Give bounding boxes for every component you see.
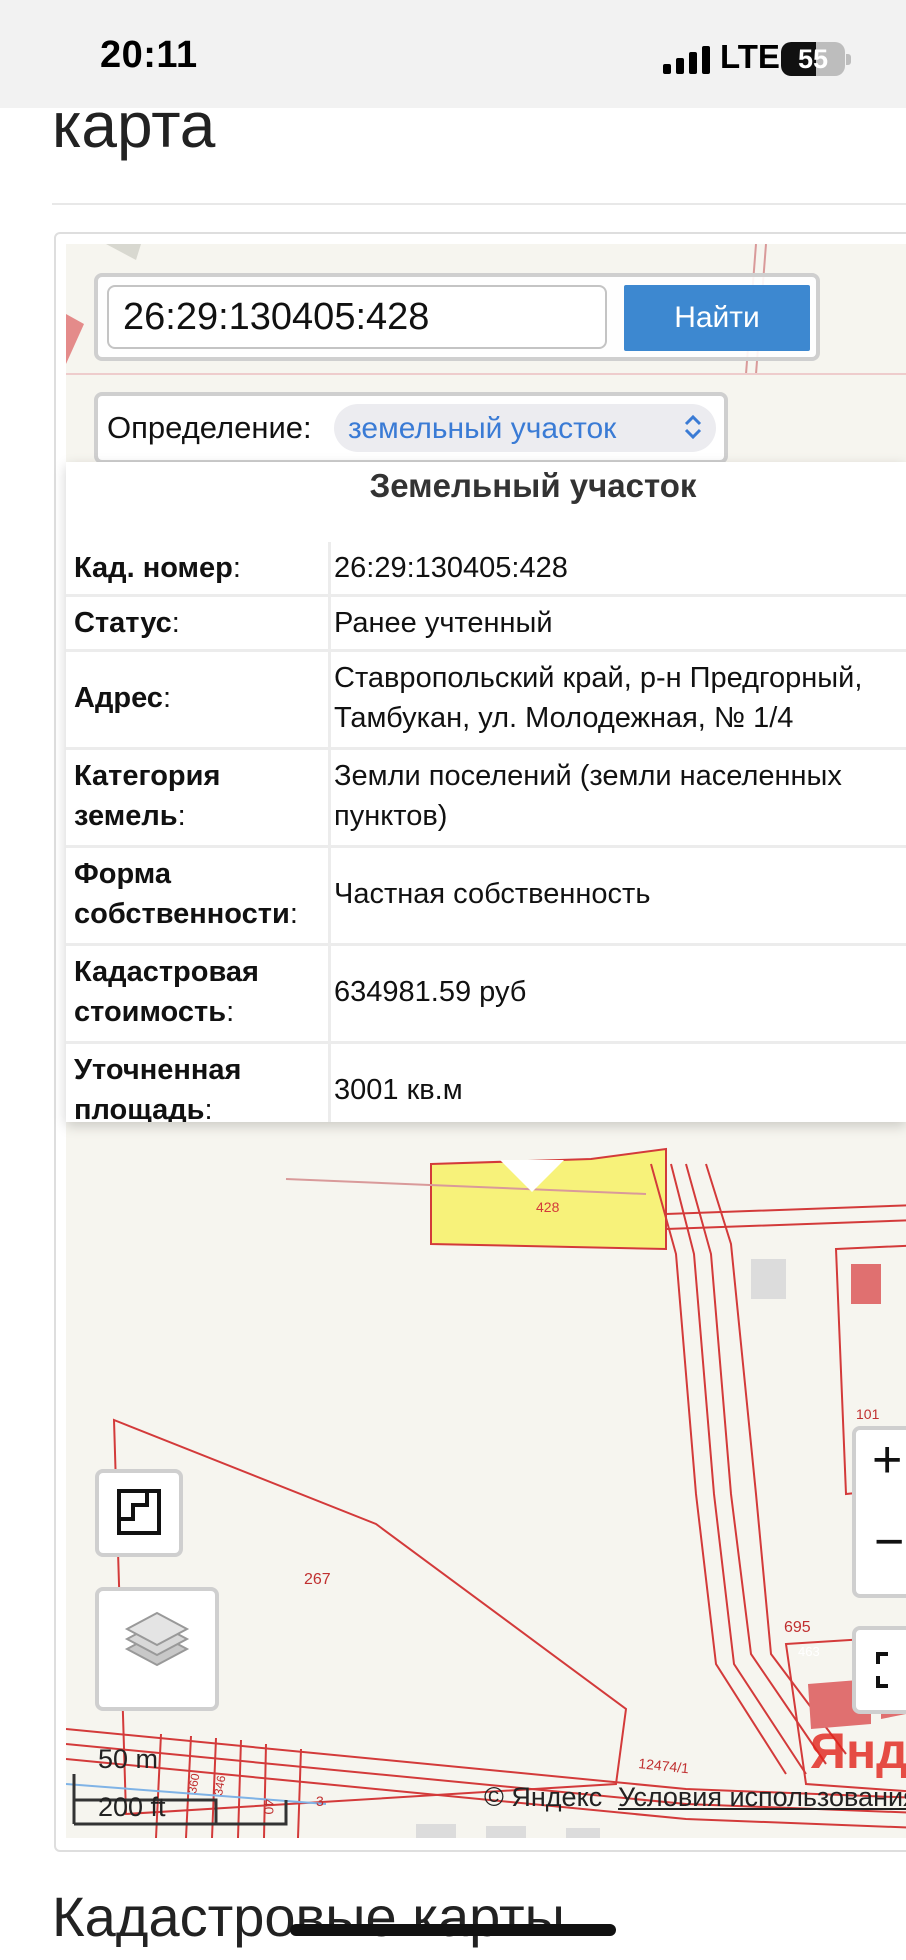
info-row-area: Уточненная площадь: 3001 кв.м <box>66 1044 906 1122</box>
label-colon: : <box>232 552 241 584</box>
info-value: 26:29:130405:428 <box>334 552 568 584</box>
label-colon: : <box>177 800 186 832</box>
find-button[interactable]: Найти <box>624 285 810 351</box>
label-colon: : <box>226 996 235 1028</box>
fullscreen-icon <box>876 1652 888 1688</box>
ruler-button[interactable] <box>95 1469 183 1557</box>
scale-imperial: 200 ft <box>98 1792 166 1822</box>
label-colon: : <box>171 607 180 639</box>
info-row-cadastral-number: Кад. номер: 26:29:130405:428 <box>66 542 906 597</box>
label-text: Адрес <box>74 682 163 714</box>
parcel-label-463: 463 <box>798 1644 820 1659</box>
label-text: земель <box>74 800 178 832</box>
label-text: стоимость <box>74 996 227 1028</box>
info-label-line2: земель: <box>74 796 326 836</box>
label-text: Статус <box>74 607 172 639</box>
parcel-label-695: 695 <box>784 1619 811 1636</box>
label-text: собственности <box>74 898 290 930</box>
row-divider <box>328 1044 331 1122</box>
parcel-label-selected: 428 <box>536 1199 560 1215</box>
info-label-line2: собственности: <box>74 894 326 934</box>
chevron-updown-icon <box>684 414 702 440</box>
info-value-line2: пунктов) <box>334 800 448 832</box>
info-label: Уточненная <box>74 1054 242 1086</box>
info-label: Кад. номер: <box>74 548 326 588</box>
fullscreen-button[interactable] <box>852 1626 906 1714</box>
home-indicator[interactable] <box>290 1924 616 1936</box>
divider <box>52 203 906 205</box>
battery-icon: 55 <box>781 42 845 76</box>
info-row-ownership: Форма собственности: Частная собственнос… <box>66 848 906 946</box>
parcel-label-360: 360 <box>185 1772 202 1794</box>
label-colon: : <box>289 898 298 930</box>
zoom-in-button[interactable]: + <box>872 1430 902 1490</box>
row-divider <box>328 597 331 649</box>
cadastral-number-input[interactable] <box>107 285 607 349</box>
definition-select-value: земельный участок <box>348 412 617 445</box>
info-label: Форма <box>74 858 171 890</box>
status-time: 20:11 <box>100 34 198 76</box>
label-colon: : <box>162 682 172 714</box>
road-label: 12474/1 <box>638 1755 690 1776</box>
row-divider <box>328 946 331 1041</box>
info-row-cadastral-value: Кадастровая стоимость: 634981.59 руб <box>66 946 906 1044</box>
info-label: Адрес: <box>74 678 326 718</box>
info-label: Кадастровая <box>74 956 259 988</box>
info-value: Ставропольский край, р-н Предгорный, <box>334 662 863 694</box>
label-colon: : <box>204 1094 213 1122</box>
definition-label: Определение: <box>107 410 312 445</box>
parcel-info-popup: Земельный участок Кад. номер: 26:29:1304… <box>66 462 906 1122</box>
info-label-line2: стоимость: <box>74 992 326 1032</box>
info-value-line2: Тамбукан, ул. Молодежная, № 1/4 <box>334 702 794 734</box>
info-row-status: Статус: Ранее учтенный <box>66 597 906 652</box>
row-divider <box>328 542 331 594</box>
layers-button[interactable] <box>95 1587 219 1711</box>
popup-pointer <box>500 1160 564 1192</box>
info-label: Статус: <box>74 603 326 643</box>
layers-icon <box>124 1611 190 1667</box>
scale-metric: 50 m <box>98 1744 159 1774</box>
battery-percent: 55 <box>797 44 829 74</box>
terms-of-use-link[interactable]: Условия использования <box>618 1782 906 1813</box>
parcel-label-267: 267 <box>304 1571 331 1588</box>
yandex-logo: Янде <box>810 1723 906 1779</box>
footer-heading: Кадастровые карты <box>52 1885 565 1948</box>
info-value: 634981.59 руб <box>334 976 527 1008</box>
ruler-icon <box>117 1489 161 1535</box>
copyright-text: © Яндекс <box>484 1782 603 1812</box>
info-row-land-category: Категория земель: Земли поселений (земли… <box>66 750 906 848</box>
parcel-label-40: 40 <box>261 1799 277 1815</box>
info-value: 3001 кв.м <box>334 1074 463 1106</box>
row-divider <box>328 652 331 747</box>
network-type: LTE <box>720 38 780 75</box>
signal-icon <box>663 46 710 74</box>
info-value: Частная собственность <box>334 878 651 910</box>
label-text: Кад. номер <box>74 552 233 584</box>
info-row-address: Адрес: Ставропольский край, р-н Предгорн… <box>66 652 906 750</box>
parcel-label-101: 101 <box>856 1406 880 1422</box>
popup-title: Земельный участок <box>369 467 697 504</box>
battery-tip <box>846 54 851 65</box>
zoom-out-button[interactable]: − <box>874 1512 904 1572</box>
row-divider <box>328 750 331 845</box>
info-value: Земли поселений (земли населенных <box>334 760 842 792</box>
label-text: площадь <box>74 1094 205 1122</box>
info-label: Категория <box>74 760 221 792</box>
parcel-label-3: 3 <box>316 1793 324 1809</box>
row-divider <box>328 848 331 943</box>
info-value: Ранее учтенный <box>334 607 553 639</box>
status-bar: 20:11 LTE 55 <box>0 0 906 108</box>
parcel-label-346: 346 <box>211 1774 228 1796</box>
info-label-line2: площадь: <box>74 1090 326 1122</box>
